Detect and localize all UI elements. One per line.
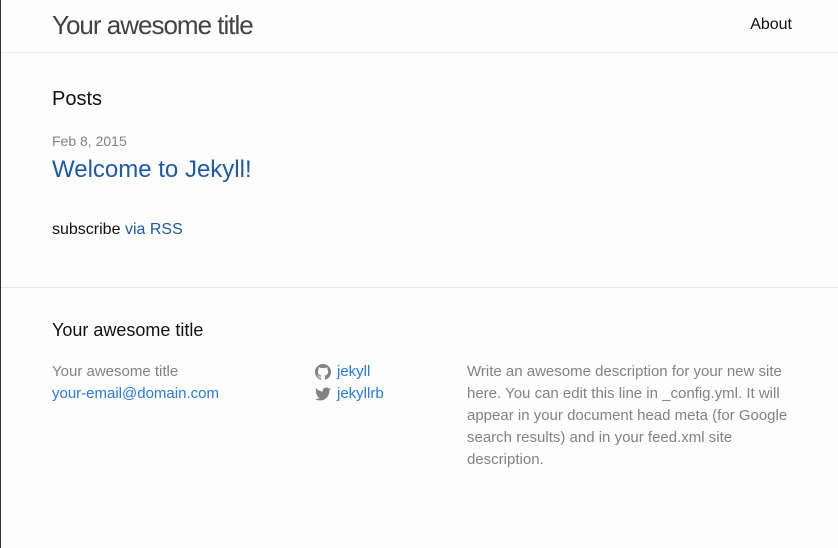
rss-link[interactable]: via RSS xyxy=(125,221,183,238)
site-title-link[interactable]: Your awesome title xyxy=(52,10,254,40)
twitter-label: jekyllrb xyxy=(337,385,384,402)
site-header: Your awesome title About xyxy=(1,0,838,53)
subscribe-label: subscribe xyxy=(52,221,121,238)
twitter-link[interactable]: jekyllrb xyxy=(315,383,384,405)
page-content: Posts Feb 8, 2015 Welcome to Jekyll! sub… xyxy=(1,53,838,288)
footer-social: jekyll jekyllrb xyxy=(315,361,384,405)
twitter-icon xyxy=(315,386,331,402)
github-icon xyxy=(315,364,332,380)
github-link[interactable]: jekyll xyxy=(315,361,384,383)
subscribe-line: subscribe via RSS xyxy=(52,221,183,239)
site-footer: Your awesome title Your awesome title yo… xyxy=(1,288,838,547)
footer-name: Your awesome title xyxy=(52,363,179,380)
page-heading: Posts xyxy=(52,88,103,110)
footer-contact: Your awesome title your-email@domain.com xyxy=(52,361,219,405)
nav-about-link[interactable]: About xyxy=(750,15,792,35)
footer-heading: Your awesome title xyxy=(52,320,204,340)
footer-description: Write an awesome description for your ne… xyxy=(467,363,788,468)
post-title-link[interactable]: Welcome to Jekyll! xyxy=(52,156,252,184)
post-date: Feb 8, 2015 xyxy=(52,133,127,149)
github-label: jekyll xyxy=(337,363,371,380)
email-link[interactable]: your-email@domain.com xyxy=(52,385,219,402)
